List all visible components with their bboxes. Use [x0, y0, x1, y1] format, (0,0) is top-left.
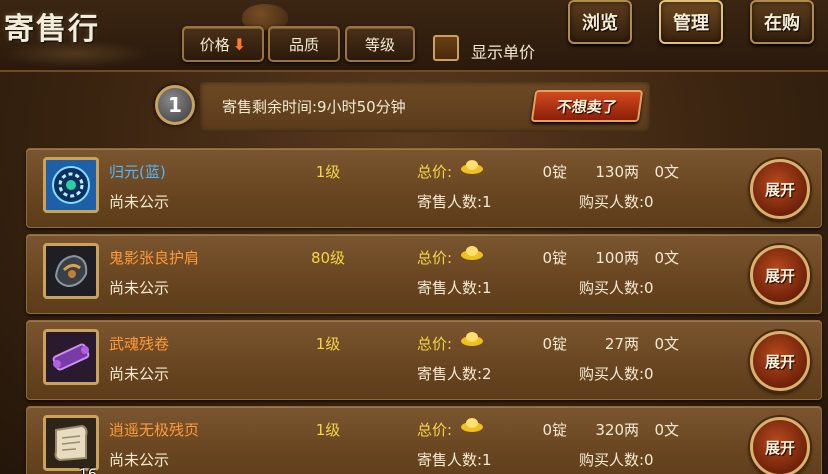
price-wen: 0文 — [654, 249, 679, 267]
arrow-down-icon: ⬇ — [232, 34, 247, 54]
seller-count: 寄售人数:1 — [417, 451, 492, 469]
item-status: 尚未公示 — [109, 451, 170, 469]
buyer-count: 购买人数:0 — [579, 365, 654, 383]
item-status: 尚未公示 — [109, 279, 170, 297]
price-wen: 0文 — [654, 163, 679, 181]
expand-button[interactable]: 展开 — [750, 331, 810, 391]
sort-level-button[interactable]: 等级 — [345, 26, 415, 62]
buyer-count: 购买人数:0 — [579, 279, 654, 297]
item-name: 武魂残卷 — [109, 335, 170, 353]
buyer-count: 购买人数:0 — [579, 451, 654, 469]
sort-quality-button[interactable]: 品质 — [268, 26, 340, 62]
buyer-count: 购买人数:0 — [579, 193, 654, 211]
item-status: 尚未公示 — [109, 193, 170, 211]
item-name: 逍遥无极残页 — [109, 421, 200, 439]
total-price-label: 总价: — [417, 335, 453, 353]
item-level: 1级 — [315, 163, 341, 181]
tab-manage[interactable]: 管理 — [659, 0, 723, 44]
withdraw-button[interactable]: 不想卖了 — [530, 90, 644, 122]
price-liang: 100两 — [595, 249, 639, 267]
price-liang: 130两 — [595, 163, 639, 181]
sort-price-label: 价格 — [199, 35, 230, 54]
sort-price-button[interactable]: 价格 ⬇ — [182, 26, 264, 62]
gold-ingot-icon — [461, 246, 483, 260]
show-unit-price-label: 显示单价 — [471, 43, 536, 62]
expand-button[interactable]: 展开 — [750, 159, 810, 219]
item-level: 80级 — [310, 249, 346, 267]
listing-row[interactable]: 16 逍遥无极残页 尚未公示 1级 总价: 0锭 320两 0文 寄售人数:1 … — [26, 406, 822, 474]
step-badge: 1 — [155, 85, 195, 125]
purple-scroll-icon — [43, 329, 99, 385]
expand-button[interactable]: 展开 — [750, 245, 810, 305]
seller-count: 寄售人数:2 — [417, 365, 492, 383]
blue-rune-icon — [43, 157, 99, 213]
show-unit-price-checkbox[interactable] — [433, 35, 459, 61]
seller-count: 寄售人数:1 — [417, 193, 492, 211]
item-name: 归元(蓝) — [109, 163, 166, 181]
tab-buy[interactable]: 在购 — [750, 0, 814, 44]
price-wen: 0文 — [654, 335, 679, 353]
gold-ingot-icon — [461, 418, 483, 432]
paper-page-icon — [43, 415, 99, 471]
header: 寄售行 价格 ⬇ 品质 等级 显示单价 浏览 管理 在购 — [0, 0, 828, 72]
item-level: 1级 — [315, 335, 341, 353]
shoulder-armor-icon — [43, 243, 99, 299]
stack-count: 16 — [79, 467, 97, 474]
item-status: 尚未公示 — [109, 365, 170, 383]
gold-ingot-icon — [461, 160, 483, 174]
expand-button[interactable]: 展开 — [750, 417, 810, 474]
sort-level-label: 等级 — [364, 35, 395, 54]
listing-row[interactable]: 鬼影张良护肩 尚未公示 80级 总价: 0锭 100两 0文 寄售人数:1 购买… — [26, 234, 822, 314]
listing-row[interactable]: 武魂残卷 尚未公示 1级 总价: 0锭 27两 0文 寄售人数:2 购买人数:0… — [26, 320, 822, 400]
price-wen: 0文 — [654, 421, 679, 439]
total-price-label: 总价: — [417, 421, 453, 439]
remaining-time-text: 寄售剩余时间:9小时50分钟 — [222, 98, 406, 116]
price-liang: 320两 — [595, 421, 639, 439]
price-liang: 27两 — [604, 335, 639, 353]
total-price-label: 总价: — [417, 163, 453, 181]
gold-ingot-icon — [461, 332, 483, 346]
item-level: 1级 — [315, 421, 341, 439]
sort-quality-label: 品质 — [288, 35, 319, 54]
total-price-label: 总价: — [417, 249, 453, 267]
listing-row[interactable]: 归元(蓝) 尚未公示 1级 总价: 0锭 130两 0文 寄售人数:1 购买人数… — [26, 148, 822, 228]
page-title: 寄售行 — [4, 12, 100, 47]
tab-browse[interactable]: 浏览 — [568, 0, 632, 44]
item-name: 鬼影张良护肩 — [109, 249, 200, 267]
seller-count: 寄售人数:1 — [417, 279, 492, 297]
